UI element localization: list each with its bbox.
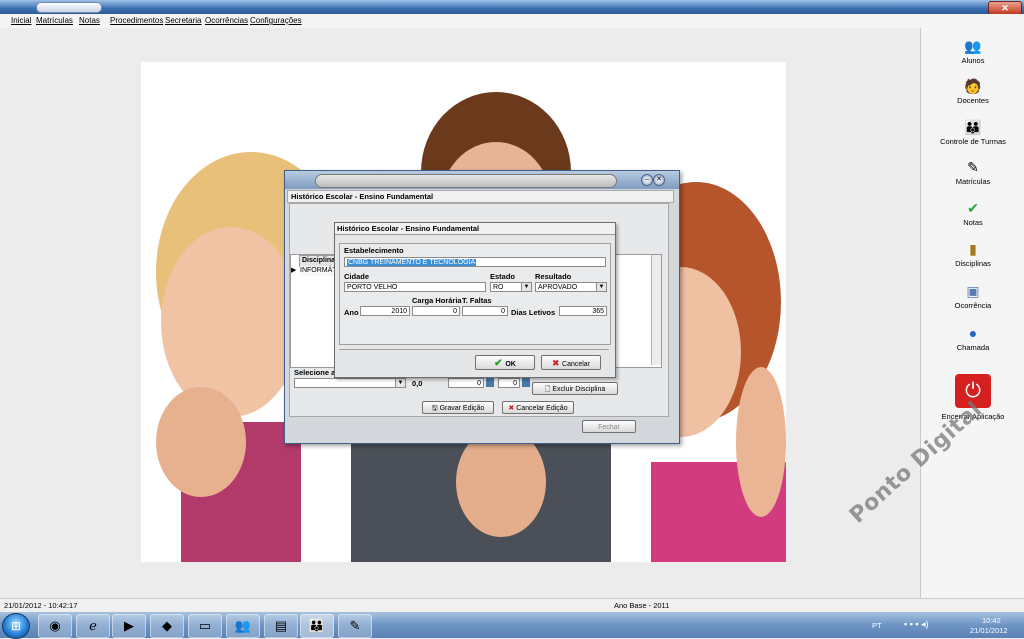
- minimize-icon[interactable]: –: [641, 174, 653, 186]
- t-faltas-label: T. Faltas: [462, 296, 492, 305]
- close-window-button[interactable]: ✕: [988, 1, 1022, 15]
- check-icon: ✔: [494, 358, 506, 369]
- resultado-label: Resultado: [535, 272, 572, 281]
- value-2-field[interactable]: 0: [448, 378, 484, 388]
- chevron-down-icon: ▼: [395, 379, 405, 387]
- chevron-down-icon: ▼: [596, 283, 606, 291]
- teachers-icon: 🧑: [964, 78, 982, 94]
- quick-disciplinas[interactable]: ▮ Disciplinas: [921, 241, 1024, 268]
- quick-matriculas[interactable]: ✎ Matrículas: [921, 159, 1024, 186]
- document-taskbar-icon[interactable]: ▤: [264, 614, 298, 638]
- quick-controle-turmas[interactable]: 👪 Controle de Turmas: [921, 119, 1024, 146]
- class-control-icon: 👪: [964, 119, 982, 135]
- book-icon: ▮: [969, 241, 977, 257]
- occurrence-icon: ▣: [966, 283, 980, 299]
- taskbar: ⊞ ◉ ℯ ▶ ◆ ▭ 👥 ▤ 👪 ✎ PT ▪ ▪ ▪ ◂) 10:42 21…: [0, 612, 1024, 639]
- dialog-title-slot: [315, 174, 617, 188]
- menu-inicial[interactable]: Inicial: [11, 16, 31, 25]
- subdialog-header: Histórico Escolar - Ensino Fundamental: [335, 223, 615, 235]
- ano-field[interactable]: 2010: [360, 306, 410, 316]
- gravar-edicao-button[interactable]: 🖫 Gravar Edição: [422, 401, 494, 414]
- close-icon[interactable]: ✕: [653, 174, 665, 186]
- discipline-select[interactable]: ▼: [294, 378, 406, 388]
- calculator-icon[interactable]: [486, 378, 494, 387]
- cidade-label: Cidade: [344, 272, 370, 281]
- cancelar-edicao-button[interactable]: ✖ Cancelar Edição: [502, 401, 574, 414]
- quick-notas[interactable]: ✔ Notas: [921, 200, 1024, 227]
- excluir-disciplina-button[interactable]: 🗋 Excluir Disciplina: [532, 382, 618, 395]
- select-label: Selecione a: [294, 368, 336, 377]
- menu-matriculas[interactable]: Matrículas: [36, 16, 73, 25]
- title-bar-tab[interactable]: [36, 2, 102, 13]
- resultado-select[interactable]: APROVADO ▼: [535, 282, 607, 292]
- enrollment-icon: ✎: [967, 159, 979, 175]
- media-player-taskbar-icon[interactable]: ▶: [112, 614, 146, 638]
- grid-scrollbar[interactable]: [651, 255, 661, 365]
- calculator-icon-2[interactable]: [522, 378, 530, 387]
- estabelecimento-label: Estabelecimento: [344, 246, 404, 255]
- cidade-field[interactable]: PORTO VELHO: [344, 282, 486, 292]
- attendance-icon: ●: [968, 325, 978, 341]
- cancelar-button[interactable]: ✖ Cancelar: [541, 355, 601, 370]
- cancel-x-icon: ✖: [551, 358, 563, 368]
- value-1: 0,0: [412, 379, 423, 388]
- grades-checkmark-icon: ✔: [967, 200, 979, 216]
- ok-button[interactable]: ✔ OK: [475, 355, 535, 370]
- t-faltas-field[interactable]: 0: [462, 306, 508, 316]
- status-bar: 21/01/2012 - 10:42:17 Ano Base - 2011: [0, 598, 1024, 613]
- resultado-value: APROVADO: [538, 284, 578, 291]
- save-icon: 🖫: [431, 405, 440, 412]
- menu-ocorrencias[interactable]: Ocorrências: [205, 16, 248, 25]
- people-taskbar-icon[interactable]: 👥: [226, 614, 260, 638]
- subdialog-button-area: ✔ OK ✖ Cancelar: [339, 349, 609, 372]
- start-button[interactable]: ⊞: [2, 613, 30, 639]
- ie-taskbar-icon[interactable]: ℯ: [76, 614, 110, 638]
- estado-value: RO: [493, 284, 504, 291]
- paint-taskbar-icon[interactable]: ✎: [338, 614, 372, 638]
- carga-horaria-field[interactable]: 0: [412, 306, 460, 316]
- folder-taskbar-icon[interactable]: ▭: [188, 614, 222, 638]
- chrome-taskbar-icon[interactable]: ◉: [38, 614, 72, 638]
- status-ano-base: Ano Base - 2011: [614, 601, 670, 610]
- status-datetime: 21/01/2012 - 10:42:17: [4, 601, 78, 610]
- estabelecimento-value: CNBG TREINAMENTO E TECNOLOGIA: [347, 259, 477, 266]
- tray-icons[interactable]: ▪ ▪ ▪ ◂): [904, 619, 929, 630]
- menu-configuracoes[interactable]: Configurações: [250, 16, 302, 25]
- estado-select[interactable]: RO ▼: [490, 282, 532, 292]
- menu-secretaria[interactable]: Secretaria: [165, 16, 201, 25]
- chevron-down-icon: ▼: [521, 283, 531, 291]
- menu-bar: Inicial Matrículas Notas Procedimentos S…: [0, 14, 1024, 29]
- dias-letivos-label: Dias Letivos: [511, 308, 556, 317]
- quick-chamada[interactable]: ● Chamada: [921, 325, 1024, 352]
- edit-subdialog: Histórico Escolar - Ensino Fundamental E…: [334, 222, 616, 378]
- row-pointer-icon: ▶: [291, 267, 297, 274]
- value-3-field[interactable]: 0: [498, 378, 520, 388]
- dialog-chrome: – ✕: [285, 171, 679, 189]
- app-taskbar-icon[interactable]: ◆: [150, 614, 184, 638]
- school-app-taskbar-icon[interactable]: 👪: [300, 614, 334, 638]
- dialog-header: Histórico Escolar - Ensino Fundamental: [287, 190, 674, 203]
- clock-date[interactable]: 21/01/2012: [970, 626, 1008, 635]
- window-title-bar: ✕: [0, 0, 1024, 15]
- menu-procedimentos[interactable]: Procedimentos: [110, 16, 163, 25]
- quick-ocorrencia[interactable]: ▣ Ocorrência: [921, 283, 1024, 310]
- quick-alunos[interactable]: 👥 Alunos: [921, 38, 1024, 65]
- clock-time[interactable]: 10:42: [982, 616, 1001, 625]
- subdialog-fields-group: Estabelecimento CNBG TREINAMENTO E TECNO…: [339, 243, 611, 345]
- students-icon: 👥: [964, 38, 982, 54]
- system-tray: PT ▪ ▪ ▪ ◂) 10:42 21/01/2012: [866, 612, 1024, 638]
- estado-label: Estado: [490, 272, 516, 281]
- menu-notas[interactable]: Notas: [79, 16, 100, 25]
- ano-label: Ano: [344, 308, 359, 317]
- quick-access-panel: 👥 Alunos 🧑 Docentes 👪 Controle de Turmas…: [920, 28, 1024, 598]
- dias-letivos-field[interactable]: 365: [559, 306, 607, 316]
- quick-docentes[interactable]: 🧑 Docentes: [921, 78, 1024, 105]
- carga-horaria-label: Carga Horária: [412, 296, 462, 305]
- language-indicator[interactable]: PT: [872, 621, 882, 630]
- fechar-button[interactable]: Fechar: [582, 420, 636, 433]
- estabelecimento-field[interactable]: CNBG TREINAMENTO E TECNOLOGIA: [344, 257, 606, 267]
